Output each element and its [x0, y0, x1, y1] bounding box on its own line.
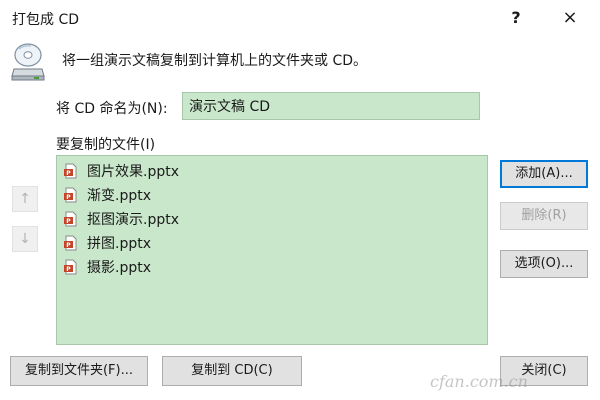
- file-list-item[interactable]: P 图片效果.pptx: [63, 160, 179, 182]
- file-name: 抠图演示.pptx: [87, 212, 179, 228]
- pptx-file-icon: P: [64, 163, 77, 179]
- options-button[interactable]: 选项(O)...: [500, 250, 588, 278]
- close-window-button[interactable]: ×: [558, 6, 582, 30]
- pptx-file-icon: P: [64, 187, 77, 203]
- files-to-copy-label: 要复制的文件(I): [56, 137, 156, 153]
- file-name: 图片效果.pptx: [87, 164, 179, 180]
- svg-text:P: P: [66, 242, 71, 249]
- move-down-button[interactable]: ↓: [12, 226, 38, 252]
- copy-to-folder-button[interactable]: 复制到文件夹(F)...: [10, 356, 148, 386]
- package-for-cd-dialog: 打包成 CD ? × 将一组演示文稿复制到计算机上的文件夹或 CD。 将 CD …: [0, 0, 600, 400]
- delete-button[interactable]: 删除(R): [500, 202, 588, 230]
- cd-name-input[interactable]: [182, 92, 480, 120]
- file-list-item[interactable]: P 拼图.pptx: [63, 232, 151, 254]
- add-button[interactable]: 添加(A)...: [500, 160, 588, 188]
- pptx-file-icon: P: [64, 211, 77, 227]
- file-list-item[interactable]: P 摄影.pptx: [63, 256, 151, 278]
- cd-name-label: 将 CD 命名为(N):: [56, 101, 168, 117]
- pptx-file-icon: P: [64, 235, 77, 251]
- watermark: cfan.com.cn: [430, 372, 528, 391]
- dialog-description: 将一组演示文稿复制到计算机上的文件夹或 CD。: [62, 53, 368, 69]
- svg-text:P: P: [66, 266, 71, 273]
- svg-text:P: P: [66, 170, 71, 177]
- window-title: 打包成 CD: [12, 12, 80, 28]
- file-list-item[interactable]: P 渐变.pptx: [63, 184, 151, 206]
- cd-drive-icon: [11, 43, 45, 81]
- file-name: 拼图.pptx: [87, 236, 151, 252]
- help-button[interactable]: ?: [504, 6, 528, 30]
- file-name: 渐变.pptx: [87, 188, 151, 204]
- pptx-file-icon: P: [64, 259, 77, 275]
- copy-to-cd-button[interactable]: 复制到 CD(C): [162, 356, 302, 386]
- file-name: 摄影.pptx: [87, 260, 151, 276]
- file-list-item[interactable]: P 抠图演示.pptx: [63, 208, 179, 230]
- svg-text:P: P: [66, 194, 71, 201]
- file-list[interactable]: P 图片效果.pptx P 渐变.pptx P 抠图演示.pptx P 拼图.p…: [56, 155, 488, 345]
- title-bar: 打包成 CD ? ×: [0, 0, 600, 36]
- svg-text:P: P: [66, 218, 71, 225]
- move-up-button[interactable]: ↑: [12, 186, 38, 212]
